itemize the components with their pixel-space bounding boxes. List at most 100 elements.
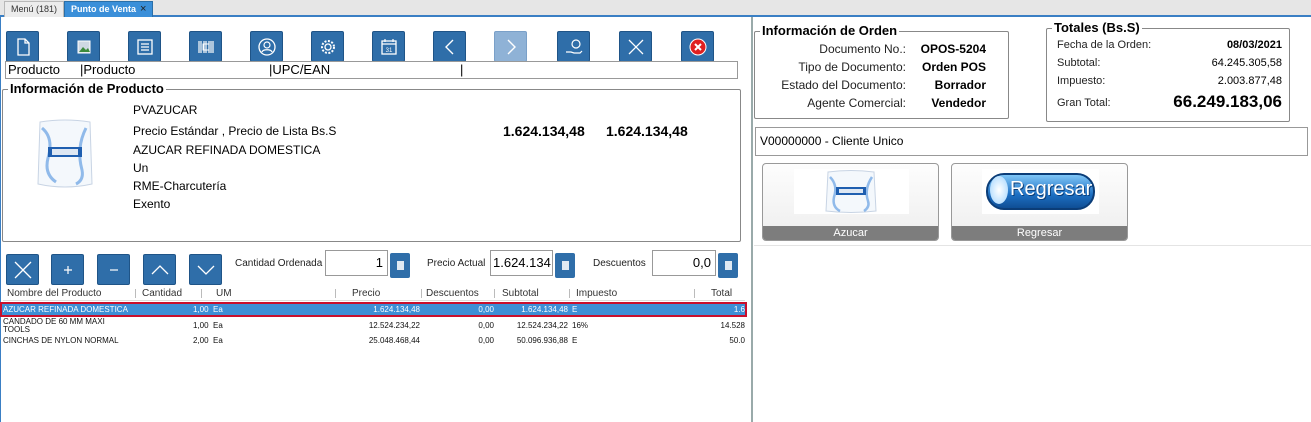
close-window-button[interactable]	[681, 31, 714, 62]
qty-label: Cantidad Ordenada	[235, 258, 323, 269]
quick-button-regresar[interactable]: Regresar Regresar	[951, 163, 1128, 241]
row-product-name: AZUCAR REFINADA DOMESTICA	[3, 305, 128, 314]
next-icon	[507, 39, 516, 54]
customer-value: V00000000 - Cliente Unico	[760, 134, 904, 148]
row-tax: E	[572, 336, 578, 345]
chevron-up-icon	[151, 264, 168, 274]
regresar-image-text: Regresar	[1010, 178, 1093, 200]
table-row[interactable]: CINCHAS DE NYLON NORMAL 2,00 Ea 25.048.4…	[2, 335, 745, 346]
plus-icon	[63, 265, 72, 274]
move-down-button[interactable]	[189, 254, 222, 285]
row-discount: 0,00	[478, 305, 494, 314]
price-label: Precio Estándar , Precio de Lista Bs.S	[133, 124, 337, 138]
row-subtotal: 1.624.134,48	[521, 305, 568, 314]
product-category: RME-Charcutería	[133, 179, 227, 193]
document-list-icon	[136, 38, 153, 55]
tab-punto-de-venta[interactable]: Punto de Venta ×	[64, 1, 154, 17]
move-up-button[interactable]	[143, 254, 176, 285]
col-header-nombre[interactable]: Nombre del Producto	[7, 288, 102, 299]
order-date-value: 08/03/2021	[1226, 39, 1282, 51]
row-price: 25.048.468,44	[368, 336, 420, 345]
tab-bar: Menú (181) Punto de Venta ×	[0, 0, 1311, 17]
cancel-order-button[interactable]	[619, 31, 652, 62]
row-tax: E	[572, 305, 578, 314]
table-row[interactable]: CANDADO DE 60 MM MAXI TOOLS 1,00 Ea 12.5…	[2, 316, 745, 336]
new-document-button[interactable]	[6, 31, 39, 62]
totals-legend: Totales (Bs.S)	[1052, 20, 1142, 35]
search-col-producto-name: |Producto	[80, 62, 136, 77]
price-standard: 1.624.134,48	[503, 123, 585, 139]
azucar-caption: Azucar	[763, 226, 938, 240]
customer-button[interactable]	[250, 31, 283, 62]
col-header-precio[interactable]: Precio	[352, 288, 380, 299]
order-lines-header: Nombre del Producto Cantidad UM Precio D…	[3, 287, 745, 301]
tab-menu[interactable]: Menú (181)	[4, 1, 65, 17]
calendar-button[interactable]: 31	[372, 31, 405, 62]
qty-calculator-button[interactable]	[390, 253, 410, 278]
document-list-button[interactable]	[128, 31, 161, 62]
azucar-image	[794, 169, 909, 214]
row-qty: 1,00	[193, 321, 209, 330]
minus-icon	[109, 268, 118, 271]
calculator-icon	[561, 261, 569, 270]
calculator-icon	[724, 261, 732, 270]
price-actual-input[interactable]: 1.624.134,48	[490, 250, 553, 276]
quick-button-azucar[interactable]: Azucar	[762, 163, 939, 241]
row-discount: 0,00	[478, 336, 494, 345]
close-tab-icon[interactable]: ×	[140, 2, 146, 17]
row-um: Ea	[213, 336, 223, 345]
sugar-bag-icon	[37, 119, 93, 188]
agent-label: Agente Comercial:	[807, 96, 906, 110]
barcode-button[interactable]	[189, 31, 222, 62]
search-col-producto: Producto	[8, 62, 61, 77]
search-col-end: |	[460, 62, 464, 77]
row-um: Ea	[213, 305, 223, 314]
cash-payment-icon	[565, 38, 582, 54]
payment-button[interactable]	[557, 31, 590, 62]
grand-total-label: Gran Total:	[1057, 97, 1111, 109]
col-header-descuentos[interactable]: Descuentos	[426, 288, 479, 299]
settings-icon	[320, 39, 335, 54]
sugar-bag-icon	[825, 170, 877, 213]
price-calculator-button[interactable]	[555, 253, 575, 278]
customer-field[interactable]: V00000000 - Cliente Unico	[755, 127, 1308, 156]
settings-button[interactable]	[311, 31, 344, 62]
col-header-um[interactable]: UM	[216, 288, 232, 299]
svg-text:31: 31	[385, 48, 392, 54]
doc-type-value: Orden POS	[921, 60, 986, 74]
table-row[interactable]: AZUCAR REFINADA DOMESTICA 1,00 Ea 1.624.…	[0, 302, 747, 317]
image-icon	[77, 40, 90, 53]
product-tax: Exento	[133, 197, 171, 211]
row-um: Ea	[213, 321, 223, 330]
next-button[interactable]	[494, 31, 527, 62]
price-actual-label: Precio Actual	[427, 258, 486, 269]
col-header-total[interactable]: Total	[711, 288, 732, 299]
row-price: 1.624.134,48	[373, 305, 420, 314]
remove-line-button[interactable]	[6, 254, 39, 285]
search-col-upc: |UPC/EAN	[269, 62, 331, 77]
previous-button[interactable]	[433, 31, 466, 62]
row-product-name: CINCHAS DE NYLON NORMAL	[3, 336, 119, 345]
qty-input[interactable]: 1	[325, 250, 388, 276]
product-search-bar[interactable]: Producto |Producto |UPC/EAN |	[5, 61, 738, 79]
agent-value: Vendedor	[931, 96, 986, 110]
col-header-subtotal[interactable]: Subtotal	[502, 288, 539, 299]
row-price: 12.524.234,22	[368, 321, 420, 330]
tab-menu-label: Menú (181)	[11, 4, 58, 14]
row-product-name-cont: TOOLS	[3, 325, 30, 334]
price-list: 1.624.134,48	[606, 123, 688, 139]
globe-icon	[990, 176, 1008, 204]
col-header-impuesto[interactable]: Impuesto	[576, 288, 617, 299]
new-document-icon	[16, 37, 30, 56]
tax-label: Impuesto:	[1057, 75, 1106, 87]
decrease-qty-button[interactable]	[97, 254, 130, 285]
col-header-cantidad[interactable]: Cantidad	[142, 288, 182, 299]
calculator-icon	[396, 261, 404, 270]
doc-no-label: Documento No.:	[819, 42, 906, 56]
discount-input[interactable]: 0,0	[652, 250, 716, 276]
discount-calculator-button[interactable]	[718, 253, 738, 278]
increase-qty-button[interactable]	[51, 254, 84, 285]
row-total: 14.528	[720, 321, 745, 330]
image-button[interactable]	[67, 31, 100, 62]
doc-type-label: Tipo de Documento:	[798, 60, 906, 74]
